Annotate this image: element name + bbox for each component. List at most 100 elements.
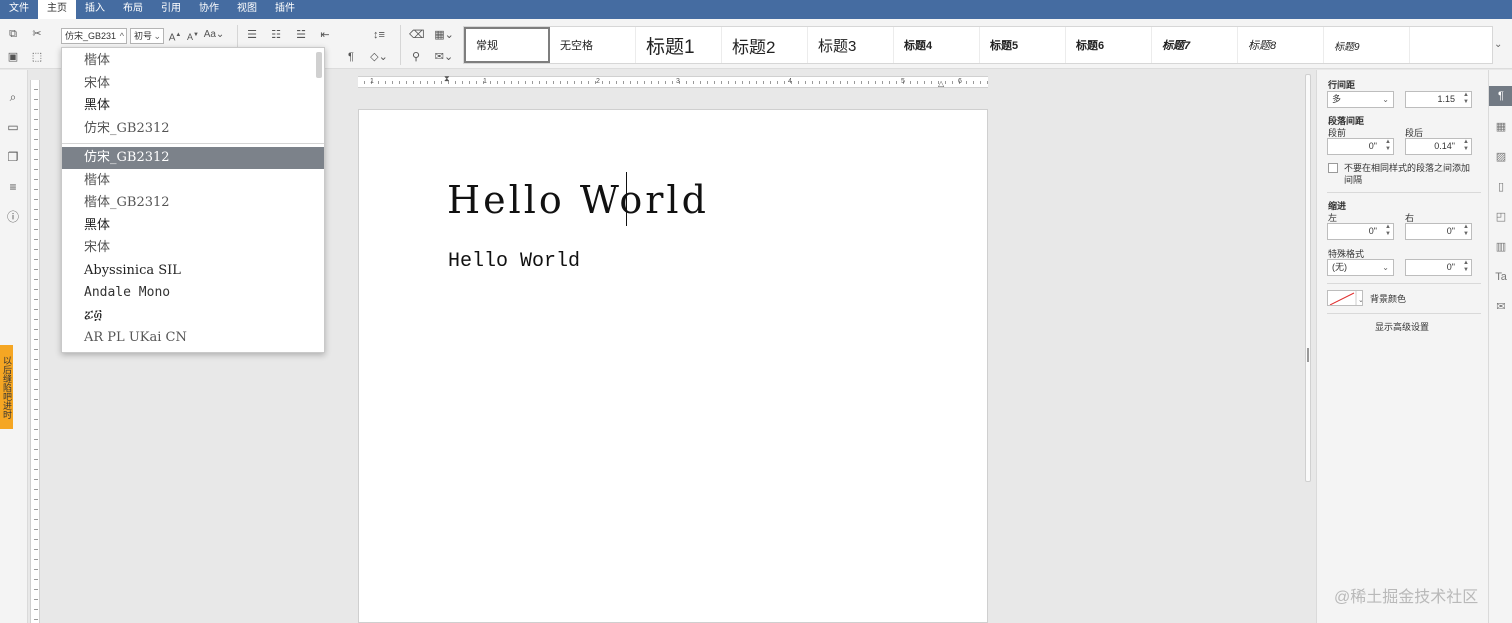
shading-icon[interactable]: ◇⌄ bbox=[368, 50, 390, 64]
font-size-combo[interactable]: 初号 ⌄ bbox=[130, 28, 164, 44]
shape-settings-icon[interactable]: ◰ bbox=[1489, 207, 1512, 227]
line-spacing-icon[interactable]: ↕≡ bbox=[368, 28, 390, 42]
style-item[interactable]: 标题9 bbox=[1324, 27, 1410, 63]
background-color-label: 背景颜色 bbox=[1370, 294, 1407, 304]
font-option-recent[interactable]: 仿宋_GB2312 bbox=[62, 118, 324, 140]
horizontal-ruler[interactable]: ⧗ △ 1 1 2 3 4 5 6 bbox=[358, 74, 988, 88]
document-paragraph[interactable]: Hello World bbox=[448, 250, 580, 273]
special-format-amount-input[interactable]: 0" ▲ ▼ bbox=[1405, 259, 1472, 276]
font-option-recent[interactable]: 黑体 bbox=[62, 95, 324, 117]
font-option[interactable]: AR PL UKai CN bbox=[62, 327, 324, 349]
cut-icon[interactable]: ✂ bbox=[30, 27, 44, 41]
spinner-icon[interactable]: ▲ ▼ bbox=[1463, 224, 1469, 238]
chart-settings-icon[interactable]: ▥ bbox=[1489, 237, 1512, 257]
comment-icon[interactable]: ▭ bbox=[6, 120, 20, 134]
style-item[interactable]: 标题8 bbox=[1238, 27, 1324, 63]
copy-icon[interactable]: ⧉ bbox=[6, 27, 20, 41]
image-settings-icon[interactable]: ▨ bbox=[1489, 147, 1512, 167]
scrollbar-thumb[interactable] bbox=[1305, 74, 1311, 482]
font-option[interactable]: 楷体_GB2312 bbox=[62, 192, 324, 214]
font-option[interactable]: Andale Mono bbox=[62, 282, 324, 304]
font-option-recent[interactable]: 楷体 bbox=[62, 50, 324, 72]
menu-item[interactable]: 文件 bbox=[0, 0, 38, 19]
style-item[interactable]: 标题2 bbox=[722, 27, 808, 63]
mail-merge-icon[interactable]: ✉ bbox=[1489, 297, 1512, 317]
vertical-scrollbar[interactable] bbox=[1300, 72, 1314, 623]
grow-font-button[interactable]: A▲ bbox=[168, 28, 182, 43]
line-spacing-label: 行间距 bbox=[1328, 80, 1356, 90]
no-space-checkbox[interactable] bbox=[1328, 163, 1338, 173]
navigation-icon[interactable]: ≡ bbox=[6, 180, 20, 194]
chevron-down-icon[interactable]: ⌄ bbox=[1494, 39, 1502, 50]
left-indent-marker[interactable]: ⧗ bbox=[444, 74, 450, 84]
spinner-icon[interactable]: ▲ ▼ bbox=[1385, 139, 1391, 153]
text-art-icon[interactable]: Ta bbox=[1489, 267, 1512, 287]
chevron-down-icon: ⌄ bbox=[1382, 95, 1389, 104]
search-icon[interactable]: ⌕ bbox=[6, 90, 20, 104]
style-item[interactable]: 标题5 bbox=[980, 27, 1066, 63]
font-option[interactable]: 宋体 bbox=[62, 237, 324, 259]
bullet-list-icon[interactable]: ☰ bbox=[245, 28, 259, 42]
menu-item[interactable]: 主页 bbox=[38, 0, 76, 19]
menu-item[interactable]: 视图 bbox=[228, 0, 266, 19]
font-option[interactable]: 黑体 bbox=[62, 215, 324, 237]
select-all-icon[interactable]: ⬚ bbox=[30, 50, 44, 64]
vertical-ruler[interactable] bbox=[30, 80, 40, 623]
spinner-icon[interactable]: ▲ ▼ bbox=[1463, 260, 1469, 274]
style-item[interactable]: 标题6 bbox=[1066, 27, 1152, 63]
menu-item[interactable]: 协作 bbox=[190, 0, 228, 19]
header-footer-icon[interactable]: ▯ bbox=[1489, 177, 1512, 197]
insert-table-icon[interactable]: ▦⌄ bbox=[433, 28, 455, 42]
eraser-icon[interactable]: ⌫ bbox=[409, 28, 425, 42]
show-advanced-settings-link[interactable]: 显示高级设置 bbox=[1375, 320, 1429, 333]
font-name-combo[interactable]: 仿宋_GB231 ^ bbox=[61, 28, 127, 44]
document-page[interactable]: Hello World Hello World bbox=[358, 109, 988, 623]
font-option[interactable]: Abyssinica SIL bbox=[62, 260, 324, 282]
style-item[interactable]: 无空格 bbox=[550, 27, 636, 63]
menu-item[interactable]: 布局 bbox=[114, 0, 152, 19]
style-item[interactable]: 标题1 bbox=[636, 27, 722, 63]
space-after-input[interactable]: 0.14" ▲ ▼ bbox=[1405, 138, 1472, 155]
font-option[interactable]: 楷体 bbox=[62, 170, 324, 192]
numbered-list-icon[interactable]: ☷ bbox=[269, 28, 283, 42]
change-case-button[interactable]: Aa⌄ bbox=[203, 28, 225, 42]
left-indent-input[interactable]: 0" ▲ ▼ bbox=[1327, 223, 1394, 240]
spinner-icon[interactable]: ▲ ▼ bbox=[1463, 139, 1469, 153]
style-item[interactable]: 常规 bbox=[464, 27, 550, 63]
chat-icon[interactable]: ❐ bbox=[6, 150, 20, 164]
style-item[interactable]: 标题3 bbox=[808, 27, 894, 63]
menu-item[interactable]: 引用 bbox=[152, 0, 190, 19]
format-painter-icon[interactable]: ⚲ bbox=[409, 50, 423, 64]
background-color-picker[interactable]: ⌄ bbox=[1327, 290, 1363, 306]
paste-icon[interactable]: ▣ bbox=[6, 50, 20, 64]
font-option[interactable]: AR PL UKai HK bbox=[62, 350, 324, 353]
multilevel-list-icon[interactable]: ☱ bbox=[294, 28, 308, 42]
menu-item[interactable]: 插入 bbox=[76, 0, 114, 19]
font-option-recent[interactable]: 宋体 bbox=[62, 73, 324, 95]
paragraph-settings-icon[interactable]: ¶ bbox=[1489, 86, 1512, 106]
style-item[interactable]: 标题7 bbox=[1152, 27, 1238, 63]
paragraph-marks-icon[interactable]: ¶ bbox=[344, 50, 358, 64]
right-indent-marker[interactable]: △ bbox=[938, 79, 944, 88]
svg-text:⌄: ⌄ bbox=[1358, 297, 1363, 304]
style-item[interactable]: 标题4 bbox=[894, 27, 980, 63]
shrink-font-button[interactable]: A▼ bbox=[186, 28, 200, 42]
menu-item[interactable]: 插件 bbox=[266, 0, 304, 19]
decrease-indent-icon[interactable]: ⇤ bbox=[318, 28, 332, 42]
watermark: @稀土掘金技术社区 bbox=[1334, 589, 1479, 606]
line-spacing-input[interactable]: 1.15 ▲ ▼ bbox=[1405, 91, 1472, 108]
side-tab[interactable]: 以后缝陷吧进时 bbox=[0, 345, 13, 429]
table-settings-icon[interactable]: ▦ bbox=[1489, 117, 1512, 137]
font-option[interactable]: 仿宋_GB2312 bbox=[62, 147, 324, 169]
spinner-icon[interactable]: ▲ ▼ bbox=[1463, 92, 1469, 106]
special-format-select[interactable]: (无) ⌄ bbox=[1327, 259, 1394, 276]
document-heading[interactable]: Hello World bbox=[447, 178, 709, 222]
info-icon[interactable]: ⓘ bbox=[6, 210, 20, 224]
spinner-icon[interactable]: ▲ ▼ bbox=[1385, 224, 1391, 238]
space-before-input[interactable]: 0" ▲ ▼ bbox=[1327, 138, 1394, 155]
font-option[interactable]: ፚ፴ bbox=[62, 305, 324, 327]
mail-merge-icon[interactable]: ✉⌄ bbox=[433, 50, 455, 64]
special-format-value: (无) bbox=[1332, 262, 1347, 272]
line-spacing-type-select[interactable]: 多 ⌄ bbox=[1327, 91, 1394, 108]
right-indent-input[interactable]: 0" ▲ ▼ bbox=[1405, 223, 1472, 240]
